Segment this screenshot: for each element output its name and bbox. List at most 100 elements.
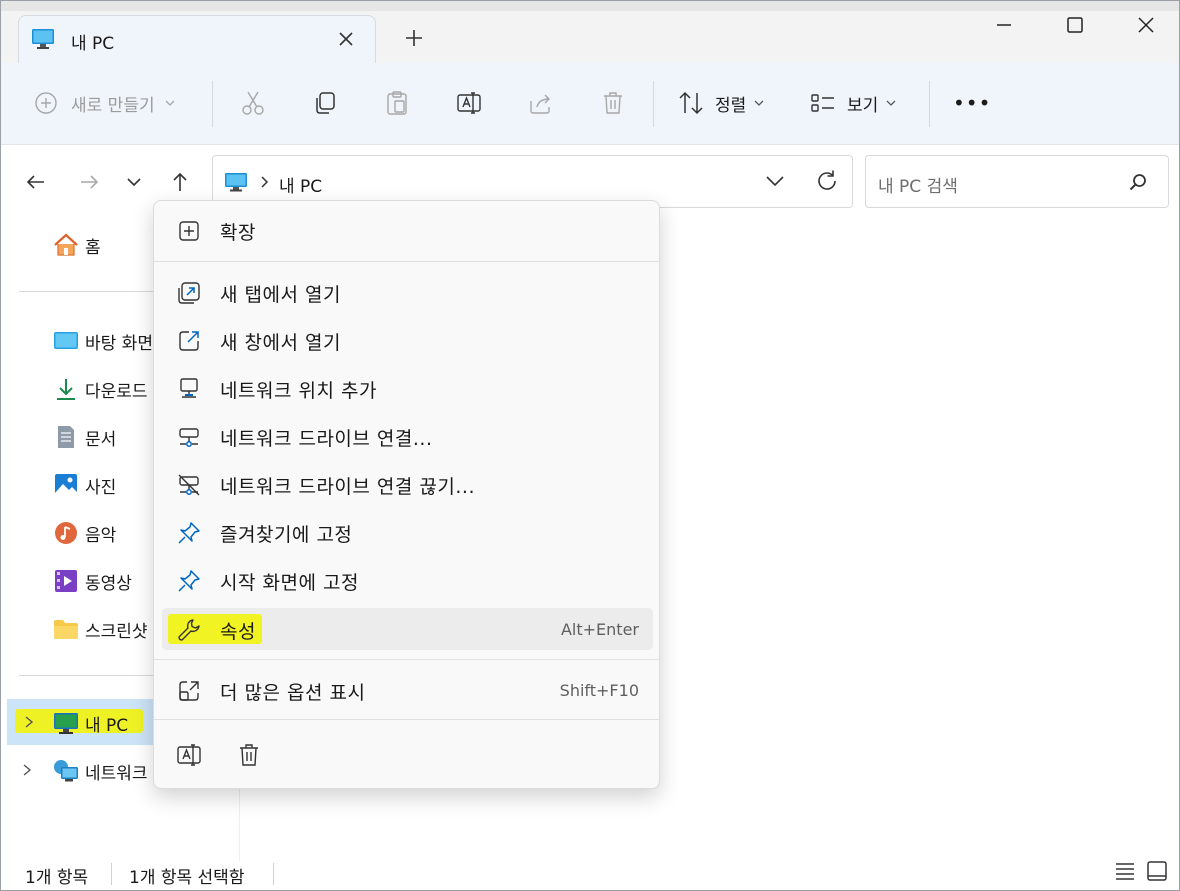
menu-item-add-network-location[interactable]: 네트워크 위치 추가 xyxy=(162,367,653,409)
chevron-down-icon xyxy=(886,100,896,106)
trash-icon xyxy=(604,92,622,114)
view-button[interactable]: 보기 xyxy=(809,85,898,121)
close-tab-icon[interactable] xyxy=(331,24,361,54)
wrench-icon xyxy=(178,619,200,641)
toolbar-separator xyxy=(653,81,654,127)
chevron-right-icon[interactable] xyxy=(21,763,33,777)
status-selected-count: 1개 항목 선택함 xyxy=(129,868,245,888)
pictures-icon xyxy=(55,474,77,496)
tab-title: 내 PC xyxy=(71,34,115,54)
open-new-window-icon xyxy=(179,331,199,351)
clipboard-icon xyxy=(387,91,407,115)
menu-item-shortcut: Shift+F10 xyxy=(559,681,639,700)
monitor-icon xyxy=(32,29,54,49)
address-dropdown-chevron-icon[interactable] xyxy=(763,171,787,191)
sidebar-item-label: 문서 xyxy=(85,430,117,450)
menu-item-label: 더 많은 옵션 표시 xyxy=(220,682,366,704)
close-window-icon[interactable] xyxy=(1123,9,1169,41)
menu-item-label: 확장 xyxy=(220,222,256,244)
chevron-right-icon[interactable] xyxy=(23,715,35,729)
copy-button[interactable] xyxy=(311,85,339,121)
forward-arrow-icon[interactable] xyxy=(74,167,104,197)
share-icon xyxy=(530,94,550,114)
view-list-icon xyxy=(811,94,834,112)
menu-item-expand[interactable]: 확장 xyxy=(162,209,653,251)
status-separator xyxy=(273,863,274,885)
menu-item-label: 네트워크 드라이브 연결... xyxy=(220,428,433,450)
breadcrumb-chevron-icon[interactable] xyxy=(257,174,271,190)
more-options-icon xyxy=(179,681,199,701)
file-explorer-window: 내 PC 새로 만들기 정렬 보기 ••• 내 PC 내 PC 검색 홈 바탕 … xyxy=(0,0,1180,891)
cut-button[interactable] xyxy=(239,85,267,121)
search-input[interactable]: 내 PC 검색 xyxy=(865,155,1169,208)
menu-separator xyxy=(154,261,659,262)
more-button[interactable]: ••• xyxy=(953,85,991,121)
menu-item-label: 새 탭에서 열기 xyxy=(220,284,341,306)
rename-button[interactable] xyxy=(455,85,483,121)
menu-item-pin-quick-access[interactable]: 즐겨찾기에 고정 xyxy=(162,511,653,553)
sort-label: 정렬 xyxy=(715,95,747,116)
plus-circle-icon xyxy=(35,92,57,114)
home-icon xyxy=(54,233,78,256)
refresh-icon[interactable] xyxy=(814,168,840,194)
menu-item-open-new-tab[interactable]: 새 탭에서 열기 xyxy=(162,271,653,313)
recent-locations-chevron-icon[interactable] xyxy=(119,167,149,197)
menu-item-pin-start[interactable]: 시작 화면에 고정 xyxy=(162,559,653,601)
title-bar: 내 PC xyxy=(1,1,1179,63)
rename-icon[interactable] xyxy=(174,740,204,770)
menu-item-label: 속성 xyxy=(220,621,256,643)
sidebar-item-label: 홈 xyxy=(85,238,101,258)
folder-icon xyxy=(54,620,78,639)
disconnect-drive-icon xyxy=(178,474,200,496)
menu-item-label: 시작 화면에 고정 xyxy=(220,572,359,594)
menu-item-label: 네트워크 위치 추가 xyxy=(220,380,377,402)
status-item-count: 1개 항목 xyxy=(25,868,89,888)
pin-icon xyxy=(178,522,200,544)
monitor-icon xyxy=(54,713,78,734)
up-arrow-icon[interactable] xyxy=(165,167,195,197)
network-drive-icon xyxy=(179,428,199,447)
sidebar-item-label: 사진 xyxy=(85,478,117,498)
sidebar-item-label: 내 PC xyxy=(85,716,129,736)
sort-button[interactable]: 정렬 xyxy=(677,85,766,121)
context-menu: 확장 새 탭에서 열기 새 창에서 열기 네트워크 위치 추가 네트워크 드라이… xyxy=(153,200,660,789)
details-view-icon[interactable] xyxy=(1113,859,1137,883)
menu-item-open-new-window[interactable]: 새 창에서 열기 xyxy=(162,319,653,361)
back-arrow-icon[interactable] xyxy=(21,167,51,197)
download-icon xyxy=(57,379,75,400)
sidebar-item-label: 동영상 xyxy=(85,574,132,594)
breadcrumb-this-pc[interactable]: 내 PC xyxy=(279,172,322,197)
sidebar-item-label: 바탕 화면 xyxy=(85,334,153,354)
tab-this-pc[interactable]: 내 PC xyxy=(18,15,376,63)
menu-item-label: 새 창에서 열기 xyxy=(220,332,341,354)
minimize-icon[interactable] xyxy=(981,9,1027,41)
chevron-down-icon xyxy=(165,100,175,106)
menu-item-properties[interactable]: 속성 Alt+Enter xyxy=(162,608,653,650)
menu-item-more-options[interactable]: 더 많은 옵션 표시 Shift+F10 xyxy=(162,669,653,711)
monitor-icon xyxy=(225,173,247,192)
paste-button[interactable] xyxy=(383,85,411,121)
search-placeholder: 내 PC 검색 xyxy=(878,177,958,197)
pin-icon xyxy=(178,570,200,592)
menu-separator xyxy=(154,719,659,720)
network-icon xyxy=(54,760,78,782)
document-icon xyxy=(58,426,74,448)
expand-plus-icon xyxy=(179,221,199,241)
network-location-icon xyxy=(180,378,198,398)
search-icon[interactable] xyxy=(1128,172,1148,192)
maximize-icon[interactable] xyxy=(1052,9,1098,41)
music-icon xyxy=(55,522,77,544)
menu-item-disconnect-network-drive[interactable]: 네트워크 드라이브 연결 끊기... xyxy=(162,463,653,505)
new-tab-icon[interactable] xyxy=(399,23,429,53)
toolbar-separator xyxy=(212,81,213,127)
delete-button[interactable] xyxy=(599,85,627,121)
video-icon xyxy=(55,570,77,592)
menu-separator xyxy=(154,659,659,660)
new-button[interactable]: 새로 만들기 xyxy=(33,85,177,121)
menu-item-map-network-drive[interactable]: 네트워크 드라이브 연결... xyxy=(162,415,653,457)
share-button[interactable] xyxy=(527,85,555,121)
chevron-down-icon xyxy=(754,100,764,106)
trash-icon[interactable] xyxy=(234,740,264,770)
tiles-view-icon[interactable] xyxy=(1145,859,1169,883)
view-label: 보기 xyxy=(847,95,879,116)
